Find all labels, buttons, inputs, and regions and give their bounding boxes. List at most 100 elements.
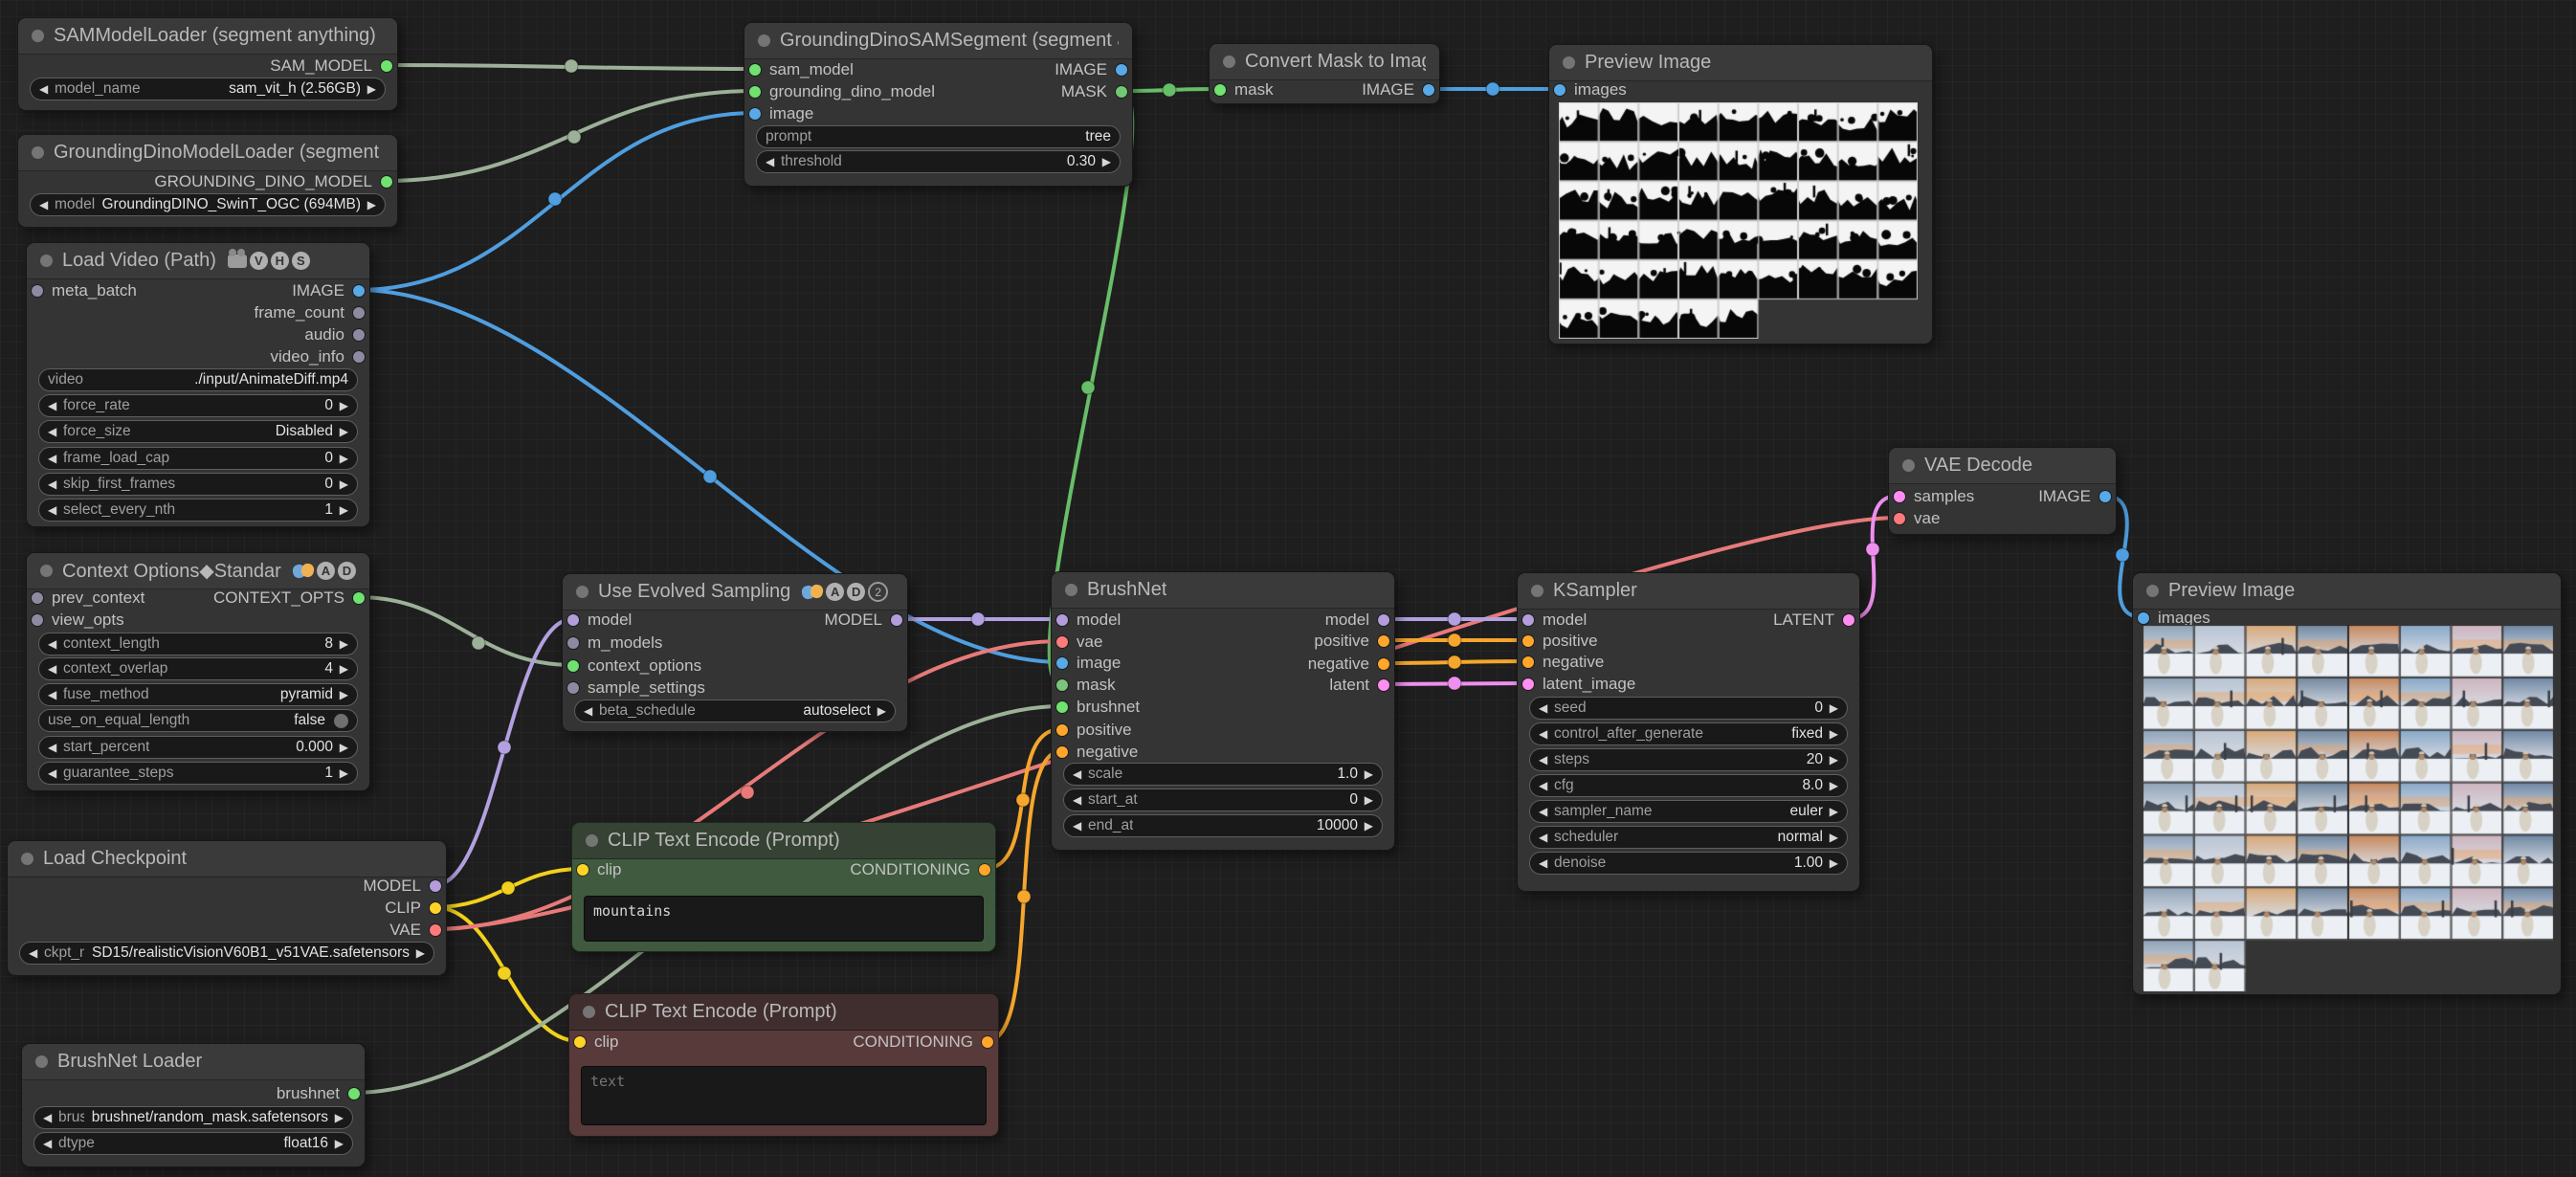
slot-dot-icon[interactable] [567,660,579,672]
decrement-arrow-icon[interactable]: ◀ [1073,793,1088,807]
input-slot-latent-image[interactable]: latent_image [1522,673,1635,696]
slot-dot-icon[interactable] [32,592,43,604]
output-slot-mask[interactable]: MASK [1061,80,1127,103]
node-title-bar[interactable]: GroundingDinoSAMSegment (segment anythin… [744,23,1132,59]
decrement-arrow-icon[interactable]: ◀ [48,425,63,438]
increment-arrow-icon[interactable]: ▶ [333,741,348,754]
widget-end-at[interactable]: ◀end_at10000▶ [1063,814,1383,837]
decrement-arrow-icon[interactable]: ◀ [48,477,63,491]
output-slot-frame-count[interactable]: frame_count [255,301,366,324]
slot-dot-icon[interactable] [749,64,761,76]
increment-arrow-icon[interactable]: ▶ [1096,155,1111,168]
slot-dot-icon[interactable] [430,924,441,936]
input-slot-clip[interactable]: clip [574,1031,619,1054]
input-slot-grounding-dino-model[interactable]: grounding_dino_model [749,80,935,103]
slot-dot-icon[interactable] [353,351,365,363]
increment-arrow-icon[interactable]: ▶ [333,503,348,517]
widget-context-overlap[interactable]: ◀context_overlap4▶ [38,657,358,680]
decrement-arrow-icon[interactable]: ◀ [48,766,63,780]
increment-arrow-icon[interactable]: ▶ [871,704,886,718]
node-graph-canvas[interactable]: SAMModelLoader (segment anything)SAM_MOD… [0,0,2576,1177]
link-midpoint-dot[interactable] [1866,543,1879,556]
input-slot-model[interactable]: model [1056,609,1121,632]
increment-arrow-icon[interactable]: ▶ [1823,753,1838,766]
collapse-dot-icon[interactable] [576,586,588,598]
link-midpoint-dot[interactable] [1448,655,1461,669]
input-slot-model[interactable]: model [1522,609,1587,632]
slot-dot-icon[interactable] [1894,513,1905,524]
collapse-dot-icon[interactable] [35,1055,48,1068]
widget-model-name[interactable]: ◀model_namesam_vit_h (2.56GB)▶ [30,78,386,100]
output-slot-vae[interactable]: VAE [389,919,441,942]
collapse-dot-icon[interactable] [1531,585,1543,597]
slot-dot-icon[interactable] [567,637,579,649]
slot-dot-icon[interactable] [567,682,579,694]
input-slot-mask[interactable]: mask [1056,674,1116,697]
slot-dot-icon[interactable] [1116,86,1127,98]
node-title-bar[interactable]: Load Video (Path) VHS [27,243,369,279]
link-midpoint-dot[interactable] [1448,677,1461,690]
node-brushnet-loader[interactable]: BrushNet Loaderbrushnet◀brushnetbrushnet… [21,1043,366,1167]
link-midpoint-dot[interactable] [548,192,562,206]
output-slot-positive[interactable]: positive [1314,630,1389,653]
decrement-arrow-icon[interactable]: ◀ [48,741,63,754]
decrement-arrow-icon[interactable]: ◀ [48,688,63,701]
output-slot-image[interactable]: IMAGE [1055,58,1127,81]
widget-use-on-equal-length[interactable]: use_on_equal_lengthfalse [38,709,358,732]
widget-start-percent[interactable]: ◀start_percent0.000▶ [38,736,358,759]
increment-arrow-icon[interactable]: ▶ [361,198,376,211]
slot-dot-icon[interactable] [353,592,365,604]
input-slot-brushnet[interactable]: brushnet [1056,696,1140,719]
input-slot-vae[interactable]: vae [1894,507,1940,530]
node-vae-decode[interactable]: VAE DecodesamplesvaeIMAGE [1888,447,2117,535]
node-clip-text-encode-prompt[interactable]: CLIP Text Encode (Prompt)clipCONDITIONIN… [571,822,996,952]
slot-dot-icon[interactable] [1056,614,1068,626]
decrement-arrow-icon[interactable]: ◀ [1539,805,1554,818]
increment-arrow-icon[interactable]: ▶ [1358,793,1373,807]
decrement-arrow-icon[interactable]: ◀ [1539,727,1554,741]
prompt-textarea[interactable]: mountains [584,896,984,942]
link-midpoint-dot[interactable] [1081,381,1095,394]
link-midpoint-dot[interactable] [501,881,515,895]
link-midpoint-dot[interactable] [703,470,717,483]
slot-dot-icon[interactable] [348,1088,360,1099]
increment-arrow-icon[interactable]: ▶ [1358,819,1373,833]
link[interactable] [358,597,572,665]
link-midpoint-dot[interactable] [472,636,485,650]
slot-dot-icon[interactable] [1056,746,1068,758]
link-midpoint-dot[interactable] [498,966,511,980]
node-preview-image[interactable]: Preview Imageimages [2132,572,2562,995]
widget-skip-first-frames[interactable]: ◀skip_first_frames0▶ [38,473,358,496]
link-midpoint-dot[interactable] [1486,82,1499,96]
link-midpoint-dot[interactable] [971,612,985,626]
slot-dot-icon[interactable] [1522,656,1534,668]
slot-dot-icon[interactable] [982,1036,993,1048]
slot-dot-icon[interactable] [1056,657,1068,669]
increment-arrow-icon[interactable]: ▶ [328,1137,344,1150]
collapse-dot-icon[interactable] [1223,56,1235,68]
collapse-dot-icon[interactable] [32,30,44,42]
slot-dot-icon[interactable] [749,86,761,98]
input-slot-prev-context[interactable]: prev_context [32,587,144,610]
increment-arrow-icon[interactable]: ▶ [1358,767,1373,781]
widget-beta-schedule[interactable]: ◀beta_scheduleautoselect▶ [574,700,896,722]
input-slot-model[interactable]: model [567,609,632,632]
collapse-dot-icon[interactable] [586,834,598,847]
widget-brushnet[interactable]: ◀brushnetbrushnet/random_mask.safetensor… [33,1106,353,1129]
node-title-bar[interactable]: SAMModelLoader (segment anything) [18,18,397,55]
input-slot-meta-batch[interactable]: meta_batch [32,279,137,302]
slot-dot-icon[interactable] [381,60,392,72]
output-slot-brushnet[interactable]: brushnet [277,1082,360,1105]
decrement-arrow-icon[interactable]: ◀ [43,1137,58,1150]
increment-arrow-icon[interactable]: ▶ [333,399,348,412]
output-slot-conditioning[interactable]: CONDITIONING [853,1031,993,1054]
output-slot-image[interactable]: IMAGE [1362,78,1434,101]
node-title-bar[interactable]: Use Evolved Sampling AD2 [563,574,907,611]
widget-model-name[interactable]: ◀model_nameGroundingDINO_SwinT_OGC (694M… [30,193,386,216]
widget-force-rate[interactable]: ◀force_rate0▶ [38,394,358,417]
node-title-bar[interactable]: Convert Mask to Image [1210,44,1439,80]
slot-dot-icon[interactable] [381,176,392,188]
node-title-bar[interactable]: Preview Image [2133,573,2561,610]
increment-arrow-icon[interactable]: ▶ [1823,727,1838,741]
increment-arrow-icon[interactable]: ▶ [1823,779,1838,792]
